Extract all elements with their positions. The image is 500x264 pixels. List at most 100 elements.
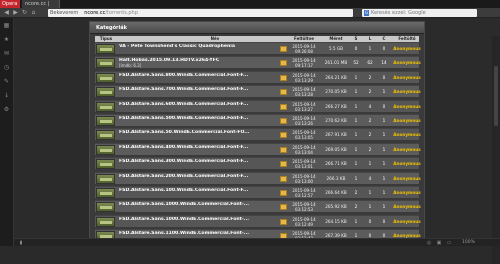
leechers-count[interactable]: 2: [365, 147, 375, 153]
leechers-count[interactable]: 1: [365, 204, 375, 210]
category-icon[interactable]: [96, 130, 115, 141]
bookmark-icon[interactable]: [280, 175, 287, 182]
scrollbar-thumb[interactable]: [494, 66, 498, 126]
table-row[interactable]: FSD.Alstare.Sans.1000.WindE.Commercial.F…: [95, 214, 421, 227]
seeders-count[interactable]: 0: [351, 46, 361, 52]
bookmark-icon[interactable]: [280, 146, 287, 153]
seeders-count[interactable]: 1: [351, 118, 361, 124]
search-input[interactable]: Keresés ezzel: Google: [362, 9, 477, 17]
category-icon[interactable]: [96, 159, 115, 170]
torrent-name-link[interactable]: FSD.Alstare.Sans.500.WindE.Commercial.Fo…: [119, 116, 269, 121]
category-icon[interactable]: [96, 202, 115, 213]
bookmark-icon[interactable]: [280, 89, 287, 96]
leechers-count[interactable]: 2: [365, 118, 375, 124]
bookmark-icon[interactable]: [280, 60, 287, 67]
torrent-name-link[interactable]: FSD.Alstare.Sans.600.WindE.Commercial.Fo…: [119, 102, 269, 107]
images-icon[interactable]: ▣: [436, 240, 442, 246]
bookmark-icon[interactable]: [280, 74, 287, 81]
seeders-count[interactable]: 1: [351, 89, 361, 95]
leechers-count[interactable]: 2: [365, 132, 375, 138]
seeders-count[interactable]: 1: [351, 219, 361, 225]
table-row[interactable]: FSD.Alstare.Sans.1000.WindE.Commercial.F…: [95, 200, 421, 213]
panel-toggle-icon[interactable]: ▮: [18, 240, 24, 246]
category-icon[interactable]: [96, 101, 115, 112]
category-icon[interactable]: [96, 44, 115, 54]
torrent-name-link[interactable]: FSD.Alstare.Sans.50.WindE.Commercial.Fon…: [119, 130, 269, 135]
torrent-name-link[interactable]: FSD.Alstare.Sans.400.WindE.Commercial.Fo…: [119, 145, 269, 150]
turbo-icon[interactable]: ◎: [426, 240, 432, 246]
leechers-count[interactable]: 4: [365, 104, 375, 110]
leechers-count[interactable]: 4: [365, 176, 375, 182]
category-icon[interactable]: [96, 144, 115, 155]
messages-icon[interactable]: ✉: [3, 50, 10, 57]
bookmark-icon[interactable]: [280, 118, 287, 124]
category-icon[interactable]: [96, 188, 115, 198]
leechers-count[interactable]: 2: [365, 75, 375, 81]
table-row[interactable]: FSD.Alstare.Sans.100.WindE.Commercial.Fo…: [95, 186, 421, 198]
seeders-count[interactable]: 2: [351, 190, 361, 196]
leechers-count[interactable]: 62: [365, 60, 375, 66]
bookmarks-icon[interactable]: ★: [3, 36, 10, 43]
back-icon[interactable]: ◀: [3, 9, 10, 17]
seeders-count[interactable]: 1: [351, 132, 361, 138]
table-row[interactable]: FSD.Alstare.Sans.800.WindE.Commercial.Fo…: [95, 70, 421, 83]
torrent-name-link[interactable]: FSD.Alstare.Sans.1100.WindE.Commercial.F…: [119, 231, 269, 236]
table-row[interactable]: FSD.Alstare.Sans.400.WindE.Commercial.Fo…: [95, 142, 421, 155]
seeders-count[interactable]: 2: [351, 204, 361, 210]
bookmark-icon[interactable]: [280, 103, 287, 110]
category-icon[interactable]: [96, 87, 115, 98]
leechers-count[interactable]: 0: [365, 219, 375, 225]
torrent-name-link[interactable]: FSD.Alstare.Sans.800.WindE.Commercial.Fo…: [119, 73, 269, 78]
seeders-count[interactable]: 1: [351, 104, 361, 110]
downloads-icon[interactable]: ↓: [3, 92, 10, 99]
torrent-name-link[interactable]: FSD.Alstare.Sans.1000.WindE.Commercial.F…: [119, 202, 269, 207]
history-icon[interactable]: ◷: [3, 64, 10, 71]
extensions-icon[interactable]: ⚙: [3, 106, 10, 113]
seeders-count[interactable]: 1: [351, 75, 361, 81]
torrent-name-link[interactable]: FSD.Alstare.Sans.100.WindE.Commercial.Fo…: [119, 188, 269, 193]
torrent-name-link[interactable]: FSD.Alstare.Sans.700.WindE.Commercial.Fo…: [119, 87, 269, 92]
torrent-name-link[interactable]: Halt.Hobas.2015.09.13.HDTV.x264-YFC: [119, 58, 269, 63]
seeders-count[interactable]: 52: [351, 60, 361, 66]
category-icon[interactable]: [96, 216, 115, 227]
bookmark-icon[interactable]: [280, 190, 287, 196]
torrent-name-link[interactable]: FSD.Alstare.Sans.200.WindE.Commercial.Fo…: [119, 174, 269, 179]
view-icon[interactable]: ▭: [446, 240, 452, 246]
seeders-count[interactable]: 1: [351, 176, 361, 182]
torrent-name-link[interactable]: FSD.Alstare.Sans.1000.WindE.Commercial.F…: [119, 217, 269, 222]
bookmark-icon[interactable]: [280, 161, 287, 168]
table-row[interactable]: VA - Pete Townshend's Classic Quadrophen…: [95, 42, 421, 54]
scrollbar[interactable]: [492, 36, 500, 264]
seeders-count[interactable]: 1: [351, 161, 361, 167]
bookmark-icon[interactable]: [280, 204, 287, 211]
home-icon[interactable]: ⌂: [30, 9, 37, 17]
torrent-name-link[interactable]: VA - Pete Townshend's Classic Quadrophen…: [119, 44, 269, 49]
table-row[interactable]: FSD.Alstare.Sans.700.WindE.Commercial.Fo…: [95, 85, 421, 98]
table-row[interactable]: FSD.Alstare.Sans.500.WindE.Commercial.Fo…: [95, 114, 421, 126]
notes-icon[interactable]: ✎: [3, 78, 10, 85]
category-icon[interactable]: [96, 58, 115, 69]
leechers-count[interactable]: 2: [365, 89, 375, 95]
reload-icon[interactable]: ↻: [21, 9, 28, 17]
forward-icon[interactable]: ▶: [12, 9, 19, 17]
table-row[interactable]: FSD.Alstare.Sans.300.WindE.Commercial.Fo…: [95, 157, 421, 170]
tab-active[interactable]: ncore.cc | Letöltés: [22, 0, 60, 15]
bookmark-icon[interactable]: [280, 132, 287, 139]
leechers-count[interactable]: 1: [365, 46, 375, 52]
seeders-count[interactable]: 1: [351, 147, 361, 153]
category-icon[interactable]: [96, 173, 115, 184]
category-icon[interactable]: [96, 116, 115, 126]
leechers-count[interactable]: 1: [365, 190, 375, 196]
table-row[interactable]: FSD.Alstare.Sans.200.WindE.Commercial.Fo…: [95, 171, 421, 184]
bookmark-icon[interactable]: [280, 218, 287, 225]
table-row[interactable]: FSD.Alstare.Sans.50.WindE.Commercial.Fon…: [95, 128, 421, 141]
zoom-level[interactable]: 100%: [462, 240, 475, 246]
opera-menu-button[interactable]: Opera: [0, 0, 20, 8]
table-row[interactable]: FSD.Alstare.Sans.600.WindE.Commercial.Fo…: [95, 99, 421, 112]
speed-dial-icon[interactable]: ▦: [3, 22, 10, 29]
bookmark-icon[interactable]: [280, 46, 287, 52]
address-field[interactable]: Bekeverem ncore.cc/torrents.php: [48, 9, 353, 17]
table-row[interactable]: Halt.Hobas.2015.09.13.HDTV.x264-YFC [Imdb…: [95, 56, 421, 69]
category-icon[interactable]: [96, 72, 115, 83]
torrent-name-link[interactable]: FSD.Alstare.Sans.300.WindE.Commercial.Fo…: [119, 159, 269, 164]
